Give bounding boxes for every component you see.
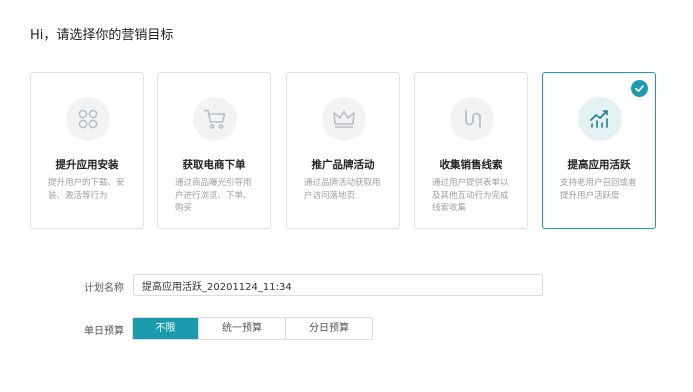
card-description: 支持老用户召回或者提升用户活跃度 — [560, 178, 637, 201]
card-title: 获取电商下单 — [182, 159, 246, 171]
page-heading: Hi，请选择你的营销目标 — [30, 28, 174, 43]
daily-budget-label: 单日预算 — [84, 326, 124, 337]
budget-option-unlimited[interactable]: 不限 — [133, 318, 198, 339]
budget-option-daily[interactable]: 分日预算 — [285, 318, 372, 339]
icon-circle — [322, 97, 366, 141]
card-title: 提升应用安装 — [55, 159, 119, 171]
icon-circle — [450, 97, 494, 141]
card-description: 通过商品曝光引导用户进行浏览、下单、购买 — [175, 178, 252, 213]
icon-circle — [66, 97, 110, 141]
goal-card-sales-leads[interactable]: 收集销售线索 通过用户提供表单以及其他互动行为完成线索收集 — [414, 72, 528, 229]
route-icon — [465, 110, 481, 128]
goal-card-ecommerce-order[interactable]: 获取电商下单 通过商品曝光引导用户进行浏览、下单、购买 — [157, 72, 271, 229]
trend-chart-icon — [590, 110, 608, 128]
card-title: 收集销售线索 — [439, 159, 503, 171]
icon-circle — [193, 97, 237, 141]
shopping-cart-icon — [203, 109, 226, 129]
goal-card-app-install[interactable]: 提升应用安装 提升用户的下载、安装、激活等行为 — [30, 72, 144, 229]
check-icon — [631, 80, 648, 97]
card-description: 通过用户提供表单以及其他互动行为完成线索收集 — [432, 178, 509, 213]
goal-card-app-activity[interactable]: 提高应用活跃 支持老用户召回或者提升用户活跃度 — [542, 72, 656, 229]
plan-name-input[interactable] — [133, 274, 543, 296]
icon-circle — [578, 97, 622, 141]
daily-budget-selector: 不限 统一预算 分日预算 — [132, 317, 373, 340]
card-title: 提高应用活跃 — [567, 159, 631, 171]
card-description: 通过品牌活动获取用户访问落地页 — [304, 178, 381, 201]
plan-name-label: 计划名称 — [84, 283, 124, 294]
crown-icon — [333, 110, 355, 128]
card-title: 推广品牌活动 — [311, 159, 375, 171]
goal-card-brand-activity[interactable]: 推广品牌活动 通过品牌活动获取用户访问落地页 — [286, 72, 400, 229]
card-description: 提升用户的下载、安装、激活等行为 — [48, 178, 125, 201]
budget-option-unified[interactable]: 统一预算 — [198, 318, 285, 339]
app-grid-icon — [78, 109, 98, 129]
